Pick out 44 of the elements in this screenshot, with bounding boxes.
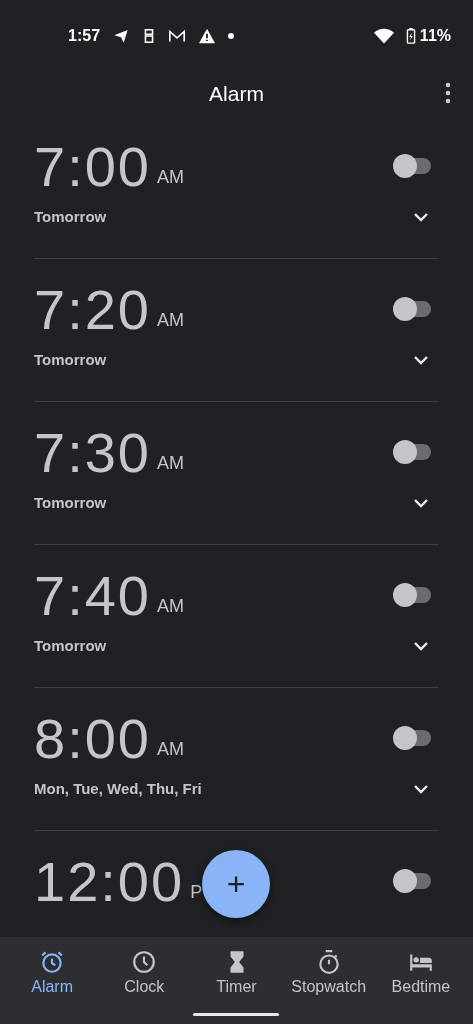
nav-tab[interactable]: Timer <box>190 937 283 1024</box>
alarm-days: Tomorrow <box>34 351 107 368</box>
alarm-time[interactable]: 7:00 <box>34 133 151 199</box>
nav-tab[interactable]: Alarm <box>6 937 99 1024</box>
time-period: AM <box>157 167 184 188</box>
alarm-toggle[interactable] <box>393 869 431 893</box>
time-period: AM <box>157 453 184 474</box>
screen-title: Alarm <box>209 82 264 106</box>
add-alarm-button[interactable]: + <box>202 850 270 918</box>
wifi-icon <box>373 28 394 44</box>
time-period: P <box>190 882 203 903</box>
status-time: 1:57 <box>68 27 101 45</box>
time-period: AM <box>157 596 184 617</box>
alarm-days: Tomorrow <box>34 208 107 225</box>
time-period: AM <box>157 310 184 331</box>
alarm-toggle[interactable] <box>393 583 431 607</box>
chevron-down-icon[interactable] <box>413 211 429 222</box>
alarm-days: Tomorrow <box>34 637 107 654</box>
alarm-toggle[interactable] <box>393 154 431 178</box>
alarm-days: Mon, Tue, Wed, Thu, Fri <box>34 780 202 797</box>
more-options-icon[interactable] <box>445 82 451 104</box>
alarm-time[interactable]: 7:30 <box>34 419 151 485</box>
alarm-time[interactable]: 12:00 <box>34 848 185 914</box>
chevron-down-icon[interactable] <box>413 354 429 365</box>
alarm-toggle[interactable] <box>393 440 431 464</box>
dot-icon <box>228 33 235 39</box>
chevron-down-icon[interactable] <box>413 783 429 794</box>
nav-tab[interactable]: Stopwatch <box>282 937 375 1024</box>
nav-tab[interactable]: Clock <box>98 937 191 1024</box>
alarm-toggle[interactable] <box>393 726 431 750</box>
chevron-down-icon[interactable] <box>413 497 429 508</box>
alarm-toggle[interactable] <box>393 297 431 321</box>
alarm-time[interactable]: 7:40 <box>34 562 151 628</box>
chevron-down-icon[interactable] <box>413 640 429 651</box>
time-period: AM <box>157 739 184 760</box>
battery-icon <box>405 28 416 44</box>
alarm-days: Tomorrow <box>34 494 107 511</box>
alarm-time[interactable]: 8:00 <box>34 705 151 771</box>
nav-tab[interactable]: Bedtime <box>374 937 467 1024</box>
alarm-time[interactable]: 7:20 <box>34 276 151 342</box>
warning-icon <box>198 28 217 44</box>
battery-percentage: 11% <box>419 27 451 45</box>
clock-icon <box>131 949 158 975</box>
mail-icon <box>168 29 187 43</box>
